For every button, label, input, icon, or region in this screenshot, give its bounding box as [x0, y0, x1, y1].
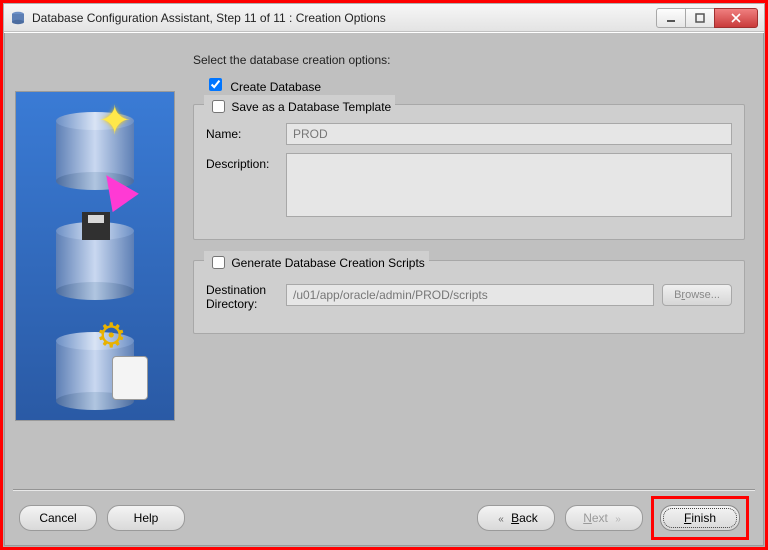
wizard-side-image: ✦ ⚙ [15, 91, 175, 421]
help-button[interactable]: Help [107, 505, 185, 531]
titlebar: Database Configuration Assistant, Step 1… [4, 4, 764, 32]
name-label: Name: [206, 123, 286, 141]
description-label: Description: [206, 153, 286, 171]
finish-highlight: Finish [651, 496, 749, 540]
save-template-legend-text: Save as a Database Template [231, 100, 391, 114]
window-title: Database Configuration Assistant, Step 1… [32, 11, 657, 25]
save-template-legend: Save as a Database Template [204, 95, 395, 114]
save-template-group: Save as a Database Template Name: Descri… [193, 104, 745, 240]
content-area: ✦ ⚙ Select the database creation options… [15, 41, 753, 487]
next-button-label: Next [583, 511, 608, 525]
cancel-button[interactable]: Cancel [19, 505, 97, 531]
create-database-checkbox[interactable] [209, 78, 222, 91]
back-button[interactable]: « Back [477, 505, 555, 531]
scroll-icon [112, 356, 148, 400]
generate-scripts-legend: Generate Database Creation Scripts [204, 251, 429, 270]
destination-label: Destination Directory: [206, 279, 286, 311]
maximize-button[interactable] [685, 8, 715, 28]
gear-icon: ⚙ [96, 316, 126, 356]
generate-scripts-group: Generate Database Creation Scripts Desti… [193, 260, 745, 334]
wizard-button-bar: Cancel Help « Back Next » Finish [13, 489, 755, 545]
finish-button[interactable]: Finish [660, 505, 740, 531]
browse-button-label: Browse... [674, 289, 720, 301]
generate-scripts-legend-text: Generate Database Creation Scripts [231, 256, 424, 270]
app-icon [10, 10, 26, 26]
create-database-label: Create Database [230, 80, 321, 94]
main-panel: Select the database creation options: Cr… [175, 41, 753, 487]
instruction-text: Select the database creation options: [193, 53, 745, 67]
chevron-right-icon: » [615, 514, 621, 525]
next-button[interactable]: Next » [565, 505, 643, 531]
window-controls [657, 8, 758, 28]
create-database-row: Create Database [193, 75, 745, 94]
browse-button[interactable]: Browse... [662, 284, 732, 306]
star-icon: ✦ [98, 98, 132, 144]
save-template-checkbox[interactable] [212, 100, 225, 113]
finish-button-label: Finish [684, 511, 716, 525]
client-area: ✦ ⚙ Select the database creation options… [4, 33, 764, 546]
destination-directory-field[interactable] [286, 284, 654, 306]
chevron-left-icon: « [498, 514, 504, 525]
close-button[interactable] [714, 8, 758, 28]
back-button-label: Back [511, 511, 538, 525]
template-description-field[interactable] [286, 153, 732, 217]
template-name-field[interactable] [286, 123, 732, 145]
floppy-icon [82, 212, 110, 240]
minimize-button[interactable] [656, 8, 686, 28]
window: Database Configuration Assistant, Step 1… [3, 3, 765, 547]
generate-scripts-checkbox[interactable] [212, 256, 225, 269]
